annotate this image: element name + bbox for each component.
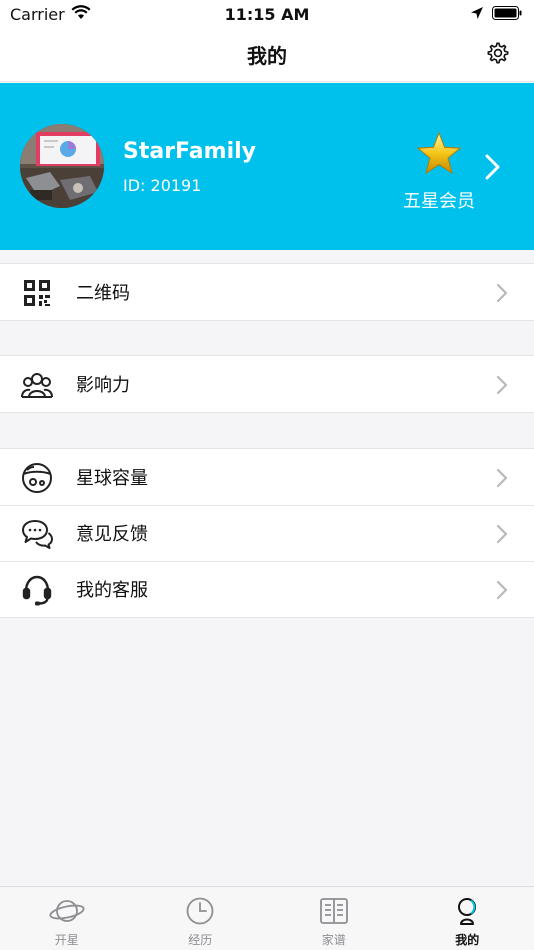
battery-icon [492, 5, 522, 24]
tab-mine[interactable]: 我的 [401, 887, 534, 950]
headset-icon [20, 573, 54, 607]
status-bar: Carrier 11:15 AM [0, 0, 534, 28]
membership-label: 五星会员 [403, 191, 475, 212]
group-people-icon [20, 368, 54, 402]
tab-label: 开星 [54, 933, 79, 947]
tab-label: 家谱 [321, 933, 346, 947]
star-badge-icon [416, 131, 462, 177]
menu-group-influence: 影响力 [0, 355, 534, 413]
tab-family-tree[interactable]: 家谱 [267, 887, 401, 950]
tab-history[interactable]: 经历 [134, 887, 268, 950]
status-right [470, 5, 522, 24]
profile-icon [449, 895, 485, 927]
chevron-right-icon [496, 375, 508, 395]
chevron-right-icon [484, 153, 502, 181]
settings-button[interactable] [484, 41, 512, 69]
avatar[interactable] [20, 124, 104, 208]
tab-label: 经历 [188, 933, 213, 947]
chevron-right-icon [496, 580, 508, 600]
menu-item-qr-code[interactable]: 二维码 [0, 264, 534, 320]
book-icon [316, 895, 352, 927]
chevron-right-icon [496, 524, 508, 544]
menu-group-services: 星球容量 意见反馈 我的客服 [0, 448, 534, 618]
menu-item-customer-service[interactable]: 我的客服 [0, 561, 534, 617]
menu-item-feedback[interactable]: 意见反馈 [0, 505, 534, 561]
menu-label: 影响力 [76, 375, 130, 396]
chevron-right-icon [496, 468, 508, 488]
profile-name: StarFamily [123, 139, 256, 164]
chat-bubbles-icon [20, 517, 54, 551]
planet-icon [49, 895, 85, 927]
planet-capacity-icon [20, 461, 54, 495]
tab-label: 我的 [455, 933, 480, 947]
location-arrow-icon [470, 5, 484, 24]
carrier-label: Carrier [10, 4, 65, 24]
profile-id: ID: 20191 [123, 176, 202, 195]
menu-item-planet-capacity[interactable]: 星球容量 [0, 449, 534, 505]
page-title: 我的 [247, 44, 287, 68]
menu-label: 星球容量 [76, 468, 148, 489]
clock-icon [182, 895, 218, 927]
tab-discover[interactable]: 开星 [0, 887, 134, 950]
menu-item-influence[interactable]: 影响力 [0, 356, 534, 412]
menu-label: 二维码 [76, 283, 130, 304]
wifi-icon [71, 4, 91, 24]
menu-group-qr: 二维码 [0, 263, 534, 321]
profile-banner[interactable]: StarFamily ID: 20191 五星会员 [0, 83, 534, 250]
chevron-right-icon [496, 283, 508, 303]
gear-icon [486, 41, 510, 69]
tab-bar: 开星 经历 家谱 我的 [0, 886, 534, 950]
menu-label: 意见反馈 [76, 524, 148, 545]
menu-label: 我的客服 [76, 580, 148, 601]
nav-bar: 我的 [0, 28, 534, 82]
qr-code-icon [20, 276, 54, 310]
status-left: Carrier [10, 5, 91, 24]
